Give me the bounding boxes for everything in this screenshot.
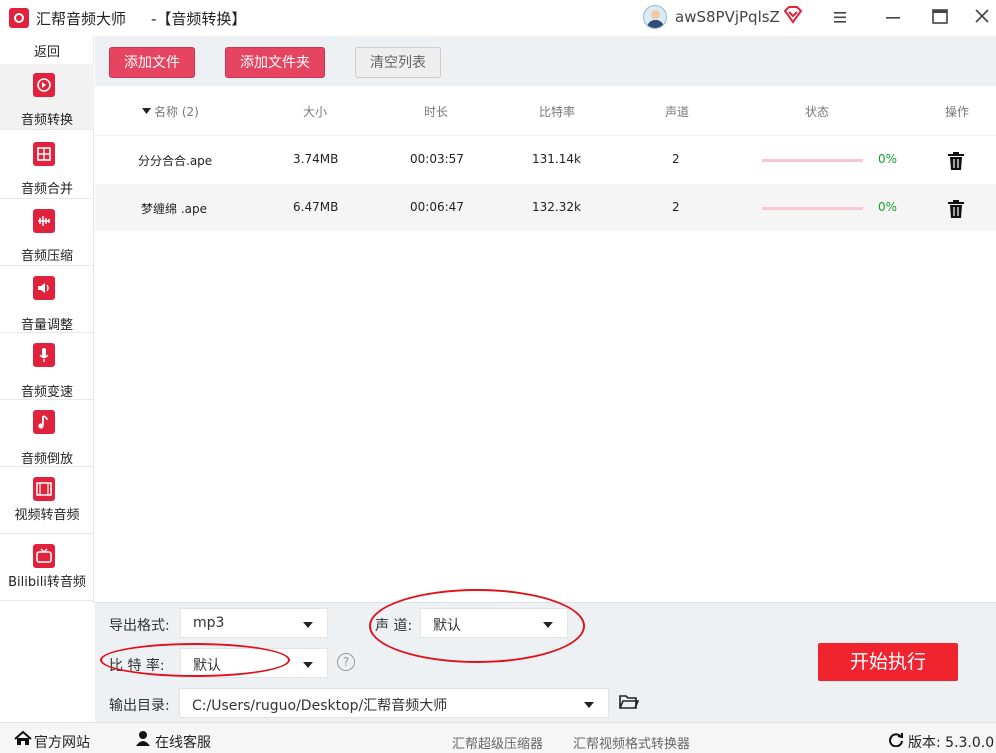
app-logo-icon: [9, 8, 29, 28]
add-file-button[interactable]: 添加文件: [109, 47, 195, 78]
sidebar-item-audio-merge[interactable]: 音频合并: [0, 133, 94, 199]
cell-size: 3.74MB: [293, 152, 339, 166]
trash-icon[interactable]: [947, 199, 965, 219]
version-label: 版本: 5.3.0.0: [908, 735, 995, 751]
compressor-link[interactable]: 汇帮超级压缩器: [452, 733, 543, 752]
settings-panel: 导出格式: mp3 声 道: 默认 比 特 率: 默认 ? 输出目录: C:/U…: [95, 589, 996, 722]
header-channels: 声道: [665, 105, 690, 119]
refresh-icon[interactable]: [888, 731, 904, 747]
clear-list-button[interactable]: 清空列表: [355, 47, 441, 78]
sidebar-item-label: 音频倒放: [20, 452, 73, 467]
username[interactable]: awS8PVjPqlsZ: [675, 8, 780, 26]
official-site-link[interactable]: 官方网站: [34, 732, 90, 752]
maximize-icon[interactable]: [928, 6, 952, 28]
output-dir-value: C:/Users/ruguo/Desktop/汇帮音频大师: [192, 698, 448, 714]
cell-name: 梦缠绵 .ape: [141, 202, 207, 216]
table-header: 名称 (2) 大小 时长 比特率 声道 状态 操作: [95, 86, 996, 136]
cell-duration: 00:06:47: [410, 200, 464, 214]
sidebar-item-audio-reverse[interactable]: 音频倒放: [0, 401, 94, 467]
header-actions: 操作: [945, 105, 970, 119]
user-avatar[interactable]: [643, 5, 667, 29]
cell-size: 6.47MB: [293, 200, 339, 214]
video-converter-link[interactable]: 汇帮视频格式转换器: [573, 733, 690, 752]
person-icon[interactable]: [135, 730, 151, 746]
volume-adjust-icon: [33, 276, 55, 300]
table-row[interactable]: 梦缠绵 .ape 6.47MB 00:06:47 132.32k 2 0%: [95, 184, 996, 232]
trash-icon[interactable]: [947, 151, 965, 171]
format-label: 导出格式:: [109, 618, 170, 634]
chevron-down-icon: [303, 622, 313, 628]
audio-convert-icon: [33, 73, 55, 97]
progress-percent: 0%: [878, 152, 898, 166]
output-dir-select[interactable]: C:/Users/ruguo/Desktop/汇帮音频大师: [179, 688, 609, 718]
sidebar-item-label: 音频转换: [20, 113, 73, 128]
sidebar-item-label: Bilibili转音频: [8, 575, 86, 590]
home-icon[interactable]: [14, 731, 32, 746]
output-dir-label: 输出目录:: [109, 698, 170, 714]
sidebar-item-label: 音频压缩: [20, 249, 73, 264]
format-value: mp3: [193, 615, 225, 631]
file-table: 名称 (2) 大小 时长 比特率 声道 状态 操作 分分合合.ape 3.74M…: [95, 86, 996, 232]
music-note-icon: [33, 410, 55, 434]
cell-channels: 2: [672, 152, 680, 166]
header-status: 状态: [805, 105, 830, 119]
cell-bitrate: 132.32k: [532, 200, 581, 214]
sidebar-item-audio-speed[interactable]: 音频变速: [0, 334, 94, 400]
add-folder-button[interactable]: 添加文件夹: [225, 47, 325, 78]
header-name[interactable]: 名称 (2): [154, 103, 199, 120]
cell-duration: 00:03:57: [410, 152, 464, 166]
minimize-icon[interactable]: [881, 6, 905, 28]
sidebar-item-volume-adjust[interactable]: 音量调整: [0, 267, 94, 333]
sidebar-item-bilibili[interactable]: Bilibili转音频: [0, 535, 94, 601]
sidebar: 返回 音频转换 音频合并 音频压缩 音量调整 音频变速 音频倒放 视频转音频 B…: [0, 36, 94, 603]
film-icon: [33, 477, 55, 501]
online-service-link[interactable]: 在线客服: [155, 732, 211, 752]
section-title: -【音频转换】: [151, 10, 247, 28]
close-icon[interactable]: [970, 6, 994, 28]
vip-diamond-icon[interactable]: [783, 6, 803, 24]
sidebar-item-audio-convert[interactable]: 音频转换: [0, 64, 94, 130]
file-list-empty-area: [95, 231, 996, 602]
tv-icon: [33, 544, 55, 568]
chevron-down-icon: [584, 702, 594, 708]
progress-percent: 0%: [878, 200, 898, 214]
back-link[interactable]: 返回: [0, 41, 94, 60]
annotation-circle: [369, 589, 585, 663]
toolbar: 添加文件 添加文件夹 清空列表: [95, 36, 996, 86]
microphone-icon: [33, 343, 55, 367]
progress-bar: [762, 159, 863, 162]
chevron-down-icon: [303, 662, 313, 668]
title-bar: 汇帮音频大师 -【音频转换】 awS8PVjPqlsZ: [0, 0, 996, 36]
menu-icon[interactable]: [828, 6, 852, 28]
sidebar-item-label: 音频变速: [20, 385, 73, 400]
sidebar-item-label: 音量调整: [20, 318, 73, 333]
annotation-circle: [100, 643, 290, 677]
audio-compress-icon: [33, 209, 55, 233]
cell-bitrate: 131.14k: [532, 152, 581, 166]
format-select[interactable]: mp3: [180, 608, 328, 638]
sidebar-item-audio-compress[interactable]: 音频压缩: [0, 200, 94, 266]
audio-merge-icon: [33, 142, 55, 166]
table-row[interactable]: 分分合合.ape 3.74MB 00:03:57 131.14k 2 0%: [95, 136, 996, 184]
progress-bar: [762, 207, 863, 210]
cell-name: 分分合合.ape: [138, 154, 213, 168]
sidebar-item-label: 音频合并: [20, 182, 73, 197]
header-duration: 时长: [424, 105, 449, 119]
folder-open-icon[interactable]: [619, 694, 639, 710]
cell-channels: 2: [672, 200, 680, 214]
sidebar-item-label: 视频转音频: [14, 508, 80, 523]
sort-down-icon[interactable]: [142, 108, 151, 114]
app-title: 汇帮音频大师: [36, 10, 127, 28]
help-icon[interactable]: ?: [337, 653, 355, 671]
header-size: 大小: [303, 105, 328, 119]
header-bitrate: 比特率: [539, 105, 576, 119]
start-button[interactable]: 开始执行: [818, 643, 958, 681]
footer: 官方网站 在线客服 汇帮超级压缩器 汇帮视频格式转换器 版本: 5.3.0.0: [0, 722, 996, 753]
sidebar-item-video-to-audio[interactable]: 视频转音频: [0, 468, 94, 534]
